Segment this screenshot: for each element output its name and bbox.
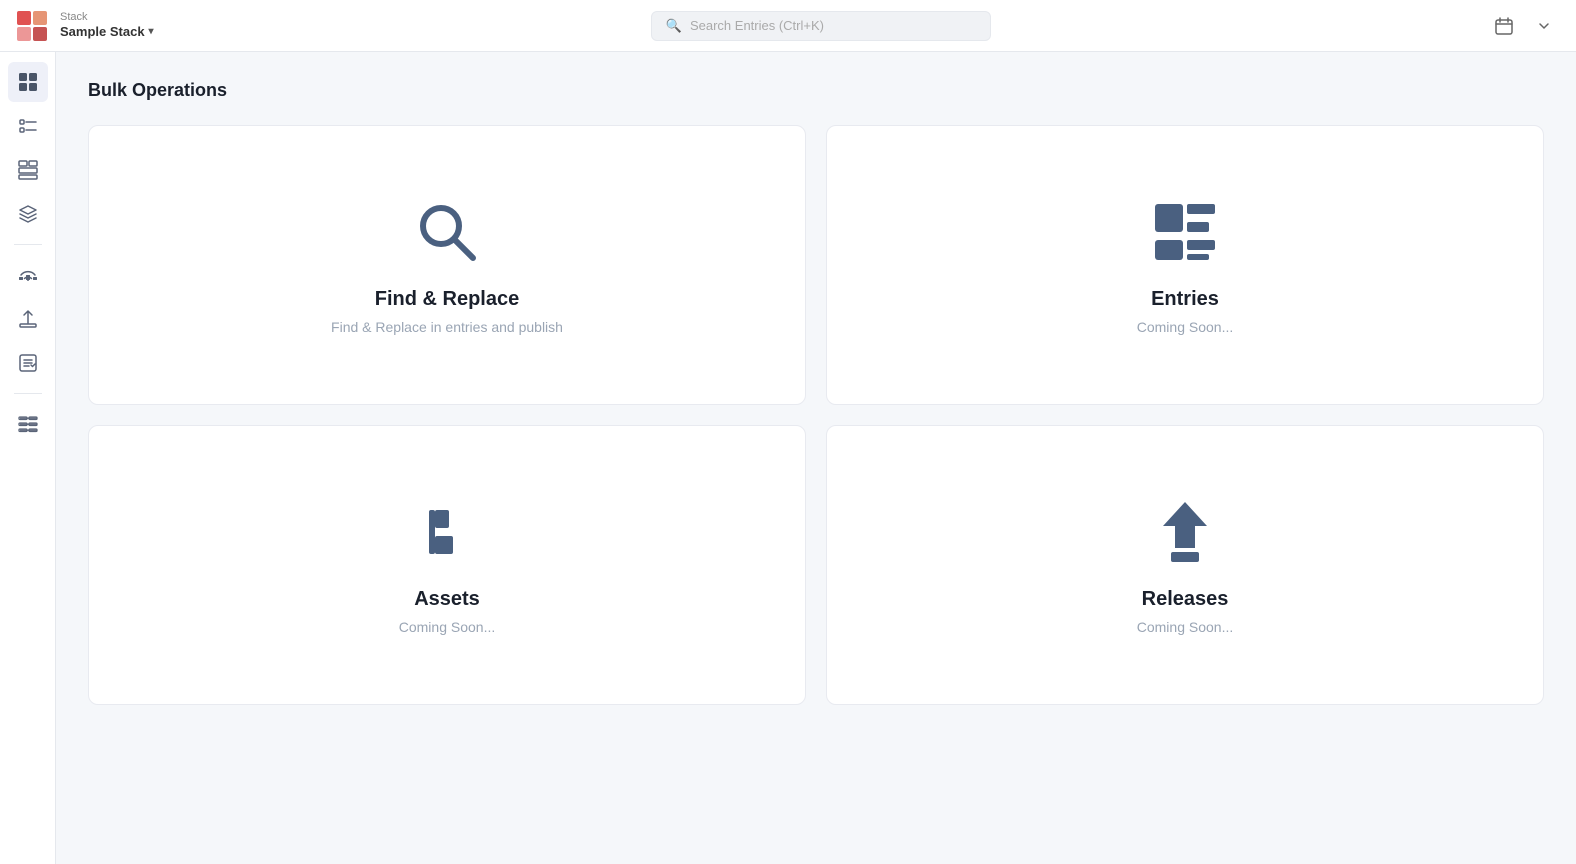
sidebar-item-widgets[interactable] [8, 150, 48, 190]
sidebar-item-entries[interactable] [8, 106, 48, 146]
sidebar-divider-2 [14, 393, 42, 394]
sidebar-item-content-types[interactable] [8, 194, 48, 234]
stack-label: Stack [60, 11, 154, 24]
sidebar-item-tasks[interactable] [8, 343, 48, 383]
releases-subtitle: Coming Soon... [1137, 619, 1234, 635]
search-icon: 🔍 [666, 18, 682, 34]
releases-icon [1149, 496, 1221, 568]
search-placeholder: Search Entries (Ctrl+K) [690, 18, 824, 33]
cards-grid: Find & Replace Find & Replace in entries… [88, 125, 1544, 705]
calendar-button[interactable] [1488, 10, 1520, 42]
assets-title: Assets [414, 588, 480, 611]
topbar-actions [1488, 10, 1560, 42]
sidebar-item-settings[interactable] [8, 404, 48, 444]
find-replace-icon [411, 196, 483, 268]
find-replace-card[interactable]: Find & Replace Find & Replace in entries… [88, 125, 806, 405]
topbar: Stack Sample Stack ▾ 🔍 Search Entries (C… [0, 0, 1576, 52]
find-replace-subtitle: Find & Replace in entries and publish [331, 319, 563, 335]
chevron-down-icon: ▾ [149, 26, 154, 38]
page-title: Bulk Operations [88, 80, 1544, 101]
releases-card[interactable]: Releases Coming Soon... [826, 425, 1544, 705]
sidebar-divider-1 [14, 244, 42, 245]
entries-subtitle: Coming Soon... [1137, 319, 1234, 335]
stack-name-button[interactable]: Sample Stack ▾ [60, 24, 154, 40]
sidebar-item-dashboard[interactable] [8, 62, 48, 102]
entries-card[interactable]: Entries Coming Soon... [826, 125, 1544, 405]
assets-icon [411, 496, 483, 568]
main-layout: Bulk Operations Find & Replace Find & Re… [0, 52, 1576, 864]
entries-icon [1149, 196, 1221, 268]
find-replace-title: Find & Replace [375, 288, 519, 311]
stack-info: Stack Sample Stack ▾ [60, 11, 154, 40]
assets-subtitle: Coming Soon... [399, 619, 496, 635]
sidebar [0, 52, 56, 864]
sidebar-item-media[interactable] [8, 255, 48, 295]
search-bar[interactable]: 🔍 Search Entries (Ctrl+K) [651, 11, 991, 41]
assets-card[interactable]: Assets Coming Soon... [88, 425, 806, 705]
sidebar-item-releases[interactable] [8, 299, 48, 339]
search-area: 🔍 Search Entries (Ctrl+K) [166, 11, 1476, 41]
dropdown-button[interactable] [1528, 10, 1560, 42]
entries-title: Entries [1151, 288, 1219, 311]
logo [16, 10, 48, 42]
releases-title: Releases [1142, 588, 1229, 611]
content-area: Bulk Operations Find & Replace Find & Re… [56, 52, 1576, 864]
